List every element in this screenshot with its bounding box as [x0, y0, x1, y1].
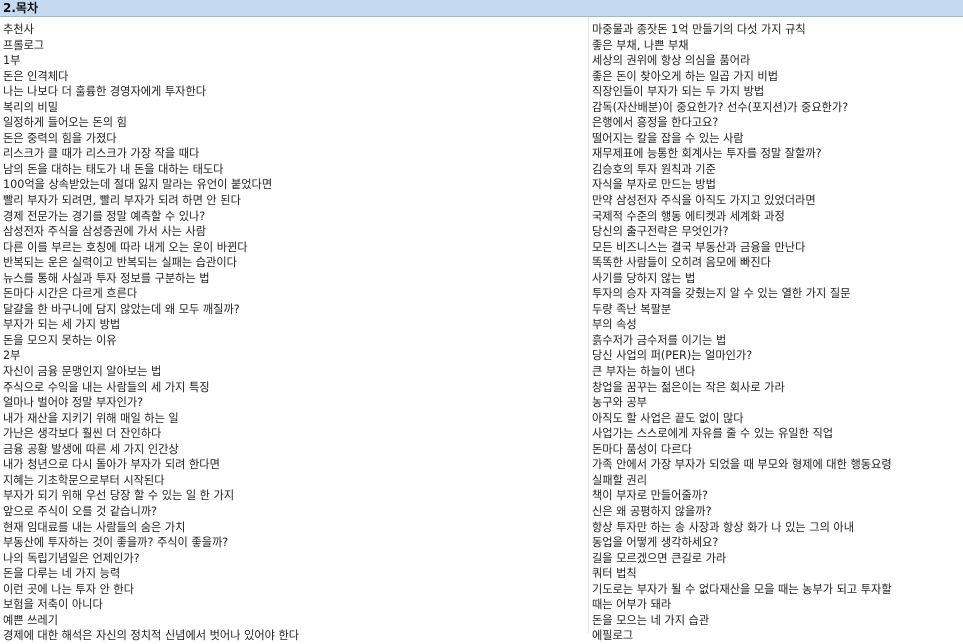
toc-item: 똑똑한 사람들이 오히려 음모에 빠진다 [592, 256, 771, 270]
toc-item: 투자의 승자 자격을 갖췄는지 알 수 있는 열한 가지 질문 [592, 287, 851, 301]
toc-item: 좋은 돈이 찾아오게 하는 일곱 가지 비법 [592, 69, 779, 83]
toc-item: 사업가는 스스로에게 자유를 줄 수 있는 유일한 직업 [592, 427, 834, 441]
toc-item: 예쁜 쓰레기 [3, 613, 59, 627]
toc-item: 좋은 부채, 나쁜 부채 [592, 38, 689, 52]
toc-right-column: 마중물과 종잣돈 1억 만들기의 다섯 가지 규칙좋은 부채, 나쁜 부채세상의… [592, 22, 960, 644]
toc-item: 돈마다 시간은 다르게 흐른다 [3, 287, 138, 301]
toc-item: 앞으로 주식이 오를 것 같습니까? [3, 504, 157, 518]
toc-item: 에필로그 [592, 629, 634, 643]
toc-item: 경제 전문가는 경기를 정말 예측할 수 있나? [3, 209, 206, 223]
toc-item: 때는 어부가 돼라 [592, 598, 672, 612]
toc-item: 지혜는 기초학문으로부터 시작된다 [3, 473, 165, 487]
toc-item: 돈을 모으지 못하는 이유 [3, 333, 117, 347]
toc-left-column: 추천사프롤로그 1부 돈은 인격체다나는 나보다 더 훌륭한 경영자에게 투자한다 복… [3, 22, 583, 644]
toc-item: 주식으로 수익을 내는 사람들의 세 가지 특징 [3, 380, 210, 394]
toc-item: 프롤로그 [3, 38, 45, 52]
toc-item: 떨어지는 칼을 잡을 수 있는 사람 [592, 131, 744, 145]
toc-item: 사기를 당하지 않는 법 [592, 271, 696, 285]
toc-item: 부의 속성 [592, 318, 637, 332]
toc-item: 다른 이를 부르는 호칭에 따라 내게 오는 운이 바뀐다 [3, 240, 248, 254]
toc-item: 흙수저가 금수저를 이기는 법 [592, 333, 727, 347]
toc-item: 창업을 꿈꾸는 젊은이는 작은 회사로 가라 [592, 380, 785, 394]
toc-item: 돈은 중력의 힘을 가졌다 [3, 131, 117, 145]
toc-item: 100억을 상속받았는데 절대 잃지 말라는 유언이 붙었다면 [3, 178, 273, 192]
toc-item: 남의 돈을 대하는 태도가 내 돈을 대하는 태도다 [3, 162, 224, 176]
toc-item: 감독(자산배분)이 중요한가? 선수(포지션)가 중요한가? [592, 100, 849, 114]
toc-item: 나의 독립기념일은 언제인가? [3, 551, 140, 565]
toc-item: 일정하게 들어오는 돈의 힘 [3, 116, 127, 130]
toc-item: 리스크가 클 때가 리스크가 가장 작을 때다 [3, 147, 200, 161]
toc-item: 나는 나보다 더 훌륭한 경영자에게 투자한다 [3, 85, 207, 99]
toc-item: 얼마나 벌어야 정말 부자인가? [3, 396, 144, 410]
toc-item: 돈은 인격체다 [3, 69, 69, 83]
toc-item: 현재 임대료를 내는 사람들의 숨은 가치 [3, 520, 186, 534]
toc-item: 가족 안에서 가장 부자가 되었을 때 부모와 형제에 대한 행동요령 [592, 458, 892, 472]
toc-item: 큰 부자는 하늘이 낸다 [592, 365, 696, 379]
toc-item: 경제에 대한 해석은 자신의 정치적 신념에서 벗어나 있어야 한다 [3, 629, 300, 643]
toc-item: 1부 [3, 54, 21, 68]
toc-item: 내가 청년으로 다시 돌아가 부자가 되려 한다면 [3, 458, 220, 472]
toc-item: 내가 재산을 지키기 위해 매일 하는 일 [3, 411, 179, 425]
toc-item: 길을 모르겠으면 큰길로 가라 [592, 551, 727, 565]
toc-item: 자식을 부자로 만드는 방법 [592, 178, 716, 192]
toc-item: 쿼터 법칙 [592, 567, 637, 581]
toc-item: 농구와 공부 [592, 396, 648, 410]
toc-item: 이런 곳에 나는 투자 안 한다 [3, 582, 134, 596]
toc-item: 반복되는 운은 실력이고 반복되는 실패는 습관이다 [3, 256, 237, 270]
toc-item: 만약 삼성전자 주식을 아직도 가지고 있었더라면 [592, 194, 816, 208]
toc-item: 부동산에 투자하는 것이 좋을까? 주식이 좋을까? [3, 536, 229, 550]
toc-item: 돈을 다루는 네 가지 능력 [3, 567, 121, 581]
toc-item: 자신이 금융 문맹인지 알아보는 법 [3, 365, 162, 379]
toc-item: 책이 부자로 만들어줄까? [592, 489, 708, 503]
toc-item: 동업을 어떻게 생각하세요? [592, 536, 719, 550]
toc-item: 돈을 모으는 네 가지 습관 [592, 613, 710, 627]
toc-item: 김승호의 투자 원칙과 기준 [592, 162, 716, 176]
toc-item: 아직도 할 사업은 끝도 없이 많다 [592, 411, 744, 425]
toc-item: 부자가 되기 위해 우선 당장 할 수 있는 일 한 가지 [3, 489, 235, 503]
toc-item: 부자가 되는 세 가지 방법 [3, 318, 121, 332]
toc-item: 당신 사업의 퍼(PER)는 얼마인가? [592, 349, 753, 363]
toc-item: 세상의 권위에 항상 의심을 품어라 [592, 54, 751, 68]
toc-item: 직장인들이 부자가 되는 두 가지 방법 [592, 85, 765, 99]
section-header: 2.목차 [0, 0, 963, 17]
toc-item: 신은 왜 공평하지 않을까? [592, 504, 712, 518]
toc-item: 마중물과 종잣돈 1억 만들기의 다섯 가지 규칙 [592, 23, 806, 36]
toc-item: 실패할 권리 [592, 473, 648, 487]
toc-item: 기도로는 부자가 될 수 없다재산을 모을 때는 농부가 되고 투자할 [592, 582, 892, 596]
toc-item: 은행에서 흥정을 한다고요? [592, 116, 719, 130]
toc-item: 복리의 비밀 [3, 100, 59, 114]
toc-item: 2부 [3, 349, 21, 363]
toc-item: 두량 족난 복팔분 [592, 302, 672, 316]
toc-item: 돈마다 품성이 다르다 [592, 442, 692, 456]
toc-item: 달걀을 한 바구니에 담지 않았는데 왜 모두 깨질까? [3, 302, 240, 316]
toc-item: 금융 공황 발생에 따른 세 가지 인간상 [3, 442, 179, 456]
toc-item: 추천사 [3, 23, 34, 36]
toc-item: 모든 비즈니스는 결국 부동산과 금융을 만난다 [592, 240, 806, 254]
toc-item: 당신의 출구전략은 무엇인가? [592, 225, 729, 239]
toc-item: 보험을 저축이 아니다 [3, 598, 103, 612]
toc-item: 국제적 수준의 행동 에티켓과 세계화 과정 [592, 209, 785, 223]
column-divider [588, 17, 589, 633]
toc-item: 뉴스를 통해 사실과 투자 정보를 구분하는 법 [3, 271, 210, 285]
toc-item: 항상 투자만 하는 송 사장과 항상 화가 나 있는 그의 아내 [592, 520, 854, 534]
toc-item: 삼성전자 주식을 삼성증권에 가서 사는 사람 [3, 225, 207, 239]
toc-item: 재무제표에 능통한 회계사는 투자를 정말 잘할까? [592, 147, 822, 161]
toc-item: 빨리 부자가 되려면, 빨리 부자가 되려 하면 안 된다 [3, 194, 241, 208]
toc-item: 가난은 생각보다 훨씬 더 잔인하다 [3, 427, 162, 441]
